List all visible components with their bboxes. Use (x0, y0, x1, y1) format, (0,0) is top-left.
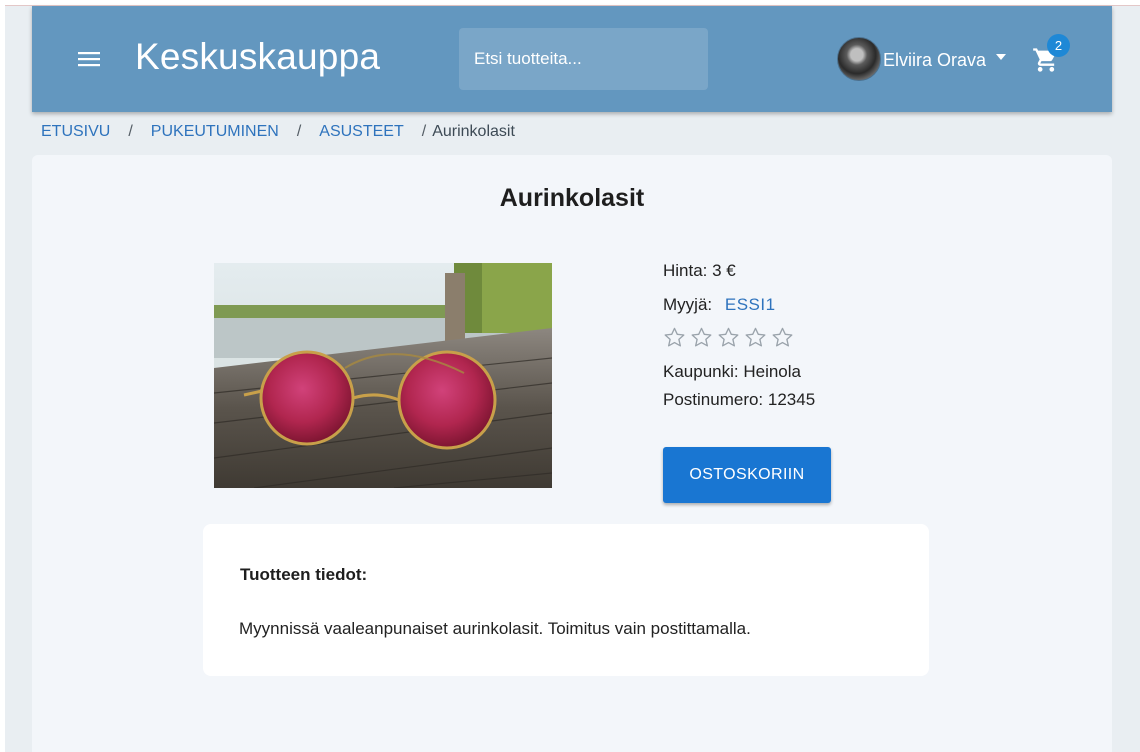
product-image (214, 263, 552, 488)
city-label: Kaupunki: Heinola (663, 362, 801, 381)
breadcrumb-current: Aurinkolasit (432, 123, 515, 140)
sunglasses-photo-icon (214, 263, 552, 488)
product-card: Aurinkolasit Hinta: 3 € Myyjä: ESSI1 Kau… (32, 155, 1112, 752)
page-background: Keskuskauppa Elviira Orava 2 ETUSIVU / P… (5, 5, 1140, 752)
breadcrumb-link-accessories[interactable]: ASUSTEET (319, 123, 403, 141)
product-details-panel: Tuotteen tiedot: Myynnissä vaaleanpunais… (203, 524, 929, 676)
details-heading: Tuotteen tiedot: (240, 565, 368, 584)
breadcrumb-separator: / (421, 123, 427, 140)
product-description: Myynnissä vaaleanpunaiset aurinkolasit. … (239, 619, 751, 638)
breadcrumb: ETUSIVU / PUKEUTUMINEN / ASUSTEET / Auri… (41, 121, 515, 143)
rating-star-icon[interactable] (717, 326, 740, 349)
breadcrumb-separator: / (296, 123, 302, 140)
cart-count-badge: 2 (1047, 34, 1070, 57)
breadcrumb-separator: / (128, 123, 133, 140)
rating-star-icon[interactable] (663, 326, 686, 349)
rating-star-icon[interactable] (744, 326, 767, 349)
search-input[interactable] (459, 28, 708, 90)
rating-star-icon[interactable] (771, 326, 794, 349)
breadcrumb-link-clothing[interactable]: PUKEUTUMINEN (151, 123, 279, 141)
user-menu[interactable]: Elviira Orava (837, 36, 1007, 82)
product-title: Aurinkolasit (499, 184, 645, 212)
add-to-cart-button[interactable]: OSTOSKORIIN (663, 447, 831, 503)
app-bar: Keskuskauppa Elviira Orava 2 (32, 6, 1112, 112)
menu-icon (78, 52, 100, 67)
seller-label: Myyjä: (663, 295, 713, 314)
brand-title[interactable]: Keskuskauppa (135, 36, 380, 78)
postal-code-label: Postinumero: 12345 (663, 390, 816, 409)
price-label: Hinta: 3 € (663, 261, 736, 280)
breadcrumb-link-home[interactable]: ETUSIVU (41, 123, 110, 141)
menu-button[interactable] (76, 46, 102, 72)
seller-link[interactable]: ESSI1 (725, 295, 776, 314)
rating-stars (663, 326, 794, 349)
caret-down-icon (996, 54, 1007, 60)
rating-star-icon[interactable] (690, 326, 713, 349)
avatar (837, 37, 881, 81)
user-name: Elviira Orava (883, 49, 987, 70)
seller-row: Myyjä: ESSI1 (663, 295, 776, 315)
